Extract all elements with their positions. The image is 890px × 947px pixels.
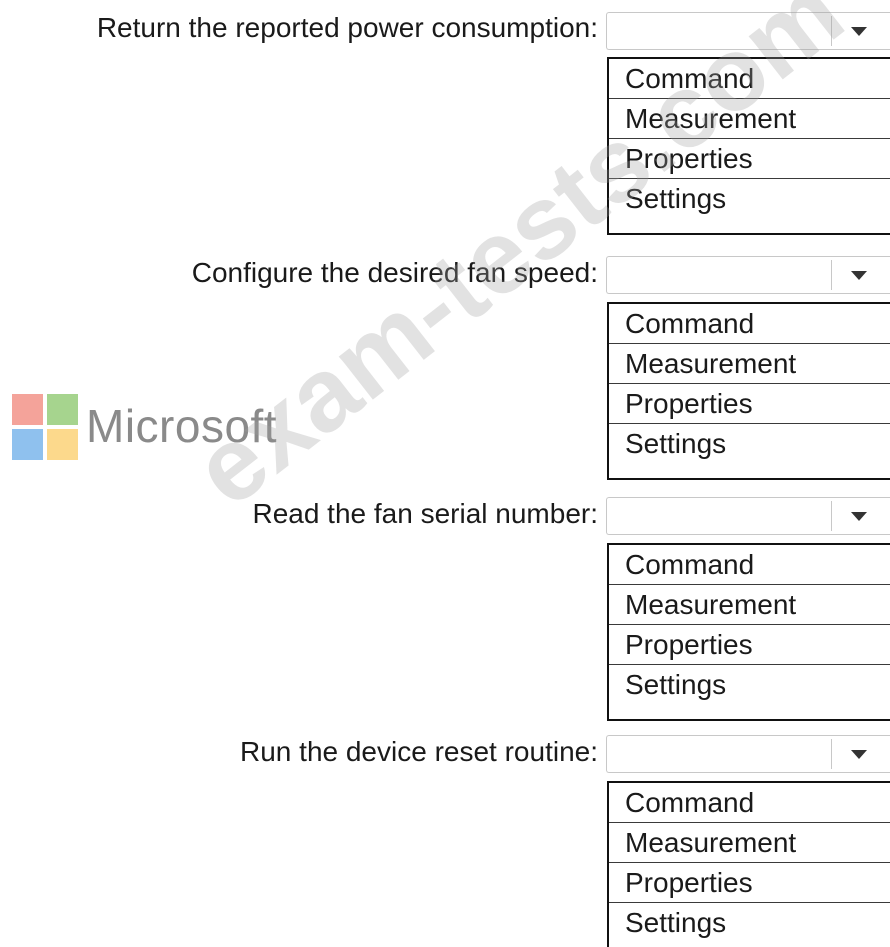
- option-command[interactable]: Command: [609, 783, 890, 823]
- dropdown-divider: [831, 260, 832, 290]
- option-settings[interactable]: Settings: [609, 179, 890, 219]
- options-list-power-consumption: Command Measurement Properties Settings: [607, 57, 890, 235]
- option-measurement[interactable]: Measurement: [609, 344, 890, 384]
- options-list-fan-speed: Command Measurement Properties Settings: [607, 302, 890, 480]
- dropdown-power-consumption[interactable]: [606, 12, 890, 50]
- dropdown-divider: [831, 501, 832, 531]
- option-measurement[interactable]: Measurement: [609, 823, 890, 863]
- option-command[interactable]: Command: [609, 545, 890, 585]
- option-measurement[interactable]: Measurement: [609, 99, 890, 139]
- question-label-reset-routine: Run the device reset routine:: [240, 736, 598, 767]
- option-properties[interactable]: Properties: [609, 863, 890, 903]
- question-label-power-consumption: Return the reported power consumption:: [96, 12, 598, 43]
- option-measurement[interactable]: Measurement: [609, 585, 890, 625]
- logo-square-blue: [12, 429, 43, 460]
- chevron-down-icon[interactable]: [851, 512, 867, 521]
- option-command[interactable]: Command: [609, 304, 890, 344]
- option-settings[interactable]: Settings: [609, 424, 890, 464]
- dropdown-fan-speed[interactable]: [606, 256, 890, 294]
- logo-square-green: [47, 394, 78, 425]
- question-label-fan-speed: Configure the desired fan speed:: [191, 257, 598, 288]
- chevron-down-icon[interactable]: [851, 271, 867, 280]
- option-settings[interactable]: Settings: [609, 665, 890, 705]
- logo-square-red: [12, 394, 43, 425]
- options-list-serial-number: Command Measurement Properties Settings: [607, 543, 890, 721]
- logo-wordmark: Microsoft: [86, 400, 278, 452]
- option-properties[interactable]: Properties: [609, 384, 890, 424]
- option-command[interactable]: Command: [609, 59, 890, 99]
- chevron-down-icon[interactable]: [851, 750, 867, 759]
- dropdown-divider: [831, 739, 832, 769]
- options-list-reset-routine: Command Measurement Properties Settings: [607, 781, 890, 947]
- chevron-down-icon[interactable]: [851, 27, 867, 36]
- dropdown-reset-routine[interactable]: [606, 735, 890, 773]
- option-properties[interactable]: Properties: [609, 625, 890, 665]
- option-settings[interactable]: Settings: [609, 903, 890, 943]
- option-properties[interactable]: Properties: [609, 139, 890, 179]
- logo-square-yellow: [47, 429, 78, 460]
- question-label-serial-number: Read the fan serial number:: [252, 498, 598, 529]
- dropdown-divider: [831, 16, 832, 46]
- dropdown-serial-number[interactable]: [606, 497, 890, 535]
